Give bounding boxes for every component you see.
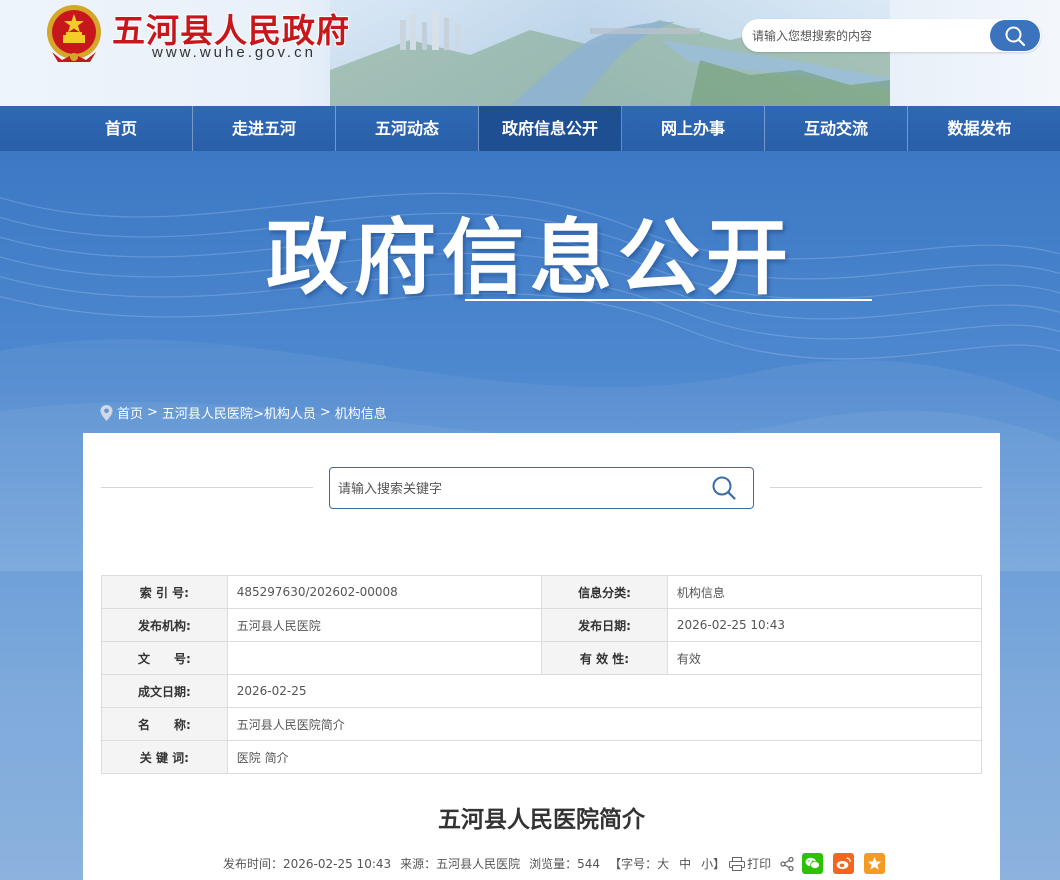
main-nav: 首页 走进五河 五河动态 政府信息公开 网上办事 互动交流 数据发布 — [0, 106, 1060, 151]
created-date-value: 2026-02-25 — [226, 674, 983, 708]
share-icon[interactable] — [780, 856, 794, 871]
keyword-search-box — [329, 467, 754, 509]
info-category-label: 信息分类: — [541, 575, 668, 609]
keyword-search-input[interactable] — [338, 479, 698, 499]
keywords-value: 医院 简介 — [226, 740, 983, 774]
breadcrumb-separator: > — [147, 405, 158, 420]
site-domain: www.wuhe.gov.cn — [152, 44, 316, 61]
star-icon — [867, 857, 882, 870]
publish-date-label: 发布日期: — [541, 608, 668, 642]
weibo-icon — [836, 857, 851, 869]
table-row: 成文日期: 2026-02-25 — [101, 674, 983, 708]
article-meta-bar: 发布时间：2026-02-25 10:43 来源：五河县人民医院 浏览量：544… — [223, 853, 895, 874]
breadcrumb-hospital[interactable]: 五河县人民医院 — [162, 403, 253, 422]
weibo-share-button[interactable] — [833, 853, 855, 874]
doc-number-label: 文 号: — [101, 641, 228, 675]
breadcrumb-separator: > — [319, 405, 331, 420]
font-size-suffix: 】 — [713, 857, 726, 871]
publish-time: 发布时间：2026-02-25 10:43 — [223, 857, 392, 871]
wechat-share-button[interactable] — [802, 853, 824, 874]
print-icon[interactable] — [729, 856, 746, 871]
info-category-value: 机构信息 — [666, 575, 983, 609]
nav-item-6[interactable]: 数据发布 — [908, 106, 1051, 151]
divider-line — [770, 487, 982, 488]
validity-label: 有 效 性: — [541, 641, 668, 675]
breadcrumb-home[interactable]: 首页 — [117, 403, 143, 422]
breadcrumb-org-staff[interactable]: >机构人员 — [253, 403, 316, 422]
divider-line — [101, 487, 313, 488]
nav-item-0[interactable]: 首页 — [50, 106, 193, 151]
nav-item-3[interactable]: 政府信息公开 — [479, 106, 622, 151]
publish-date-value: 2026-02-25 10:43 — [666, 608, 983, 642]
info-metadata-table: 索 引 号: 485297630/202602-00008 信息分类: 机构信息… — [101, 575, 983, 774]
top-search-box — [742, 19, 1041, 52]
breadcrumb-org-info[interactable]: 机构信息 — [335, 403, 387, 422]
search-icon — [1005, 26, 1026, 46]
name-label: 名 称: — [101, 707, 228, 741]
top-search-input[interactable] — [752, 26, 982, 46]
created-date-label: 成文日期: — [101, 674, 228, 708]
nav-item-5[interactable]: 互动交流 — [765, 106, 908, 151]
font-size-medium[interactable]: 中 — [679, 855, 691, 872]
font-size-small[interactable]: 小 — [701, 855, 713, 872]
font-size-large[interactable]: 大 — [657, 855, 669, 872]
view-count: 浏览量：544 — [529, 857, 601, 871]
article-title: 五河县人民医院简介 — [438, 807, 645, 833]
site-header: 五河县人民政府 www.wuhe.gov.cn — [0, 0, 1060, 106]
breadcrumb: 首页 > 五河县人民医院 >机构人员 > 机构信息 — [100, 403, 387, 422]
publisher-label: 发布机构: — [101, 608, 228, 642]
nav-item-1[interactable]: 走进五河 — [193, 106, 336, 151]
keywords-label: 关 键 词: — [101, 740, 228, 774]
font-size-prefix: 【字号： — [609, 857, 658, 871]
name-value: 五河县人民医院简介 — [226, 707, 983, 741]
wechat-icon — [805, 857, 821, 869]
top-search-button[interactable] — [990, 20, 1040, 51]
doc-number-value — [226, 641, 543, 675]
national-emblem — [47, 5, 101, 62]
article-source: 来源：五河县人民医院 — [400, 857, 521, 871]
banner-title: 政府信息公开 — [265, 211, 794, 306]
header-scenery-image — [330, 0, 890, 106]
table-row: 索 引 号: 485297630/202602-00008 信息分类: 机构信息 — [101, 575, 983, 609]
table-row: 文 号: 有 效 性: 有效 — [101, 641, 983, 675]
content-panel: 索 引 号: 485297630/202602-00008 信息分类: 机构信息… — [83, 433, 1000, 880]
print-button[interactable]: 打印 — [747, 855, 771, 872]
nav-item-4[interactable]: 网上办事 — [622, 106, 765, 151]
favorite-button[interactable] — [864, 853, 886, 874]
nav-item-2[interactable]: 五河动态 — [336, 106, 479, 151]
validity-value: 有效 — [666, 641, 983, 675]
index-number-label: 索 引 号: — [101, 575, 228, 609]
banner-underline — [465, 299, 872, 301]
location-pin-icon — [100, 404, 113, 421]
table-row: 发布机构: 五河县人民医院 发布日期: 2026-02-25 10:43 — [101, 608, 983, 642]
table-row: 关 键 词: 医院 简介 — [101, 740, 983, 774]
index-number-value: 485297630/202602-00008 — [226, 575, 543, 609]
table-row: 名 称: 五河县人民医院简介 — [101, 707, 983, 741]
publisher-value: 五河县人民医院 — [226, 608, 543, 642]
search-icon[interactable] — [711, 475, 737, 501]
